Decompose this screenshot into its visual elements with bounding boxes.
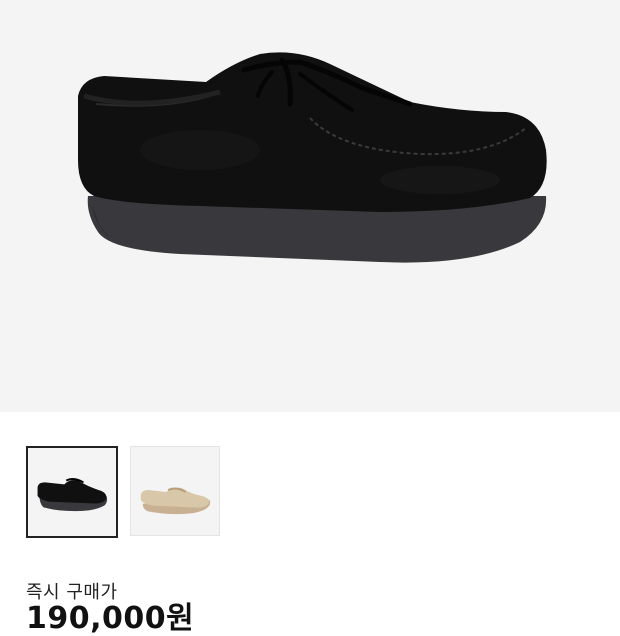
price-value: 190,000원: [26, 601, 195, 636]
beige-suede-shoe-thumbnail-icon: [140, 487, 211, 515]
black-suede-shoe-icon: [78, 52, 547, 263]
black-suede-shoe-thumbnail-icon: [37, 478, 108, 512]
thumbnail-black[interactable]: [26, 446, 118, 538]
thumbnail-list: [26, 446, 220, 540]
thumbnail-beige[interactable]: [130, 446, 220, 536]
product-main-image[interactable]: [0, 0, 620, 412]
